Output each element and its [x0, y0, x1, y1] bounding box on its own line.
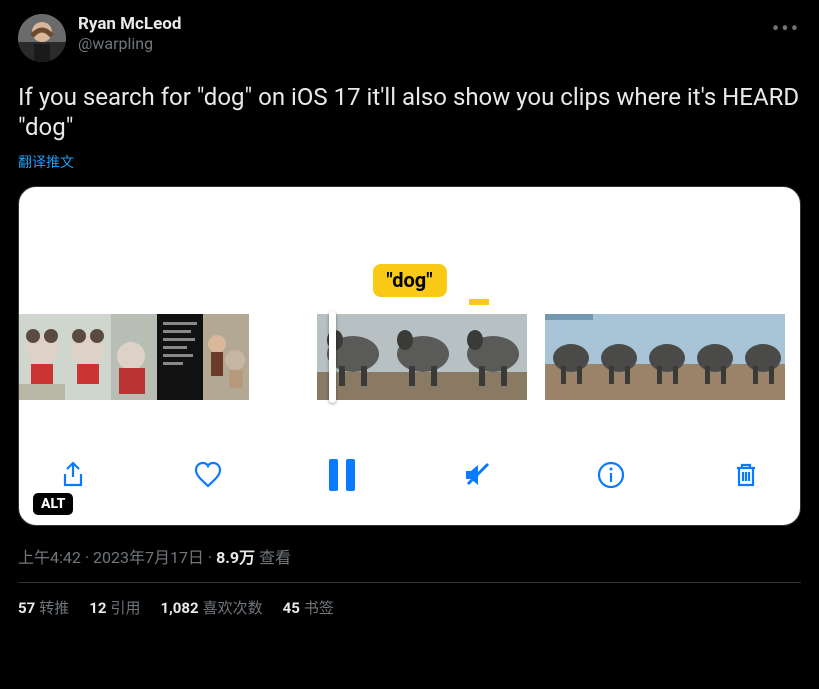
- tweet-stats: 57转推 12引用 1,082喜欢次数 45书签: [18, 597, 801, 618]
- thumbnail: [157, 314, 203, 400]
- tweet-container: Ryan McLeod @warpling ••• If you search …: [0, 0, 819, 628]
- search-match-badge: "dog": [372, 264, 446, 297]
- trash-icon[interactable]: [726, 455, 766, 495]
- thumbnail: [545, 314, 593, 400]
- info-icon[interactable]: [591, 455, 631, 495]
- video-timeline[interactable]: [19, 314, 800, 400]
- quotes-stat[interactable]: 12引用: [89, 597, 140, 618]
- thumbnail: [65, 314, 111, 400]
- user-handle[interactable]: @warpling: [78, 34, 181, 54]
- tweet-date[interactable]: 2023年7月17日: [93, 548, 204, 567]
- likes-stat[interactable]: 1,082喜欢次数: [160, 597, 262, 618]
- tweet-header: Ryan McLeod @warpling •••: [18, 14, 801, 62]
- heart-icon[interactable]: [188, 455, 228, 495]
- display-name[interactable]: Ryan McLeod: [78, 14, 181, 34]
- playhead[interactable]: [329, 311, 336, 403]
- thumbnail: [593, 314, 641, 400]
- media-toolbar: [19, 455, 800, 495]
- more-icon[interactable]: •••: [771, 14, 801, 44]
- thumbnail: [457, 314, 527, 400]
- tweet-text: If you search for "dog" on iOS 17 it'll …: [18, 82, 801, 142]
- thumbnail: [641, 314, 689, 400]
- mute-icon[interactable]: [457, 455, 497, 495]
- media-card[interactable]: "dog": [18, 186, 801, 526]
- clip-group-3[interactable]: [545, 314, 785, 400]
- thumbnail: [203, 314, 249, 400]
- clip-group-2[interactable]: [317, 314, 527, 400]
- thumbnail: [19, 314, 65, 400]
- avatar[interactable]: [18, 14, 66, 62]
- clip-group-1[interactable]: [19, 314, 249, 400]
- tweet-time[interactable]: 上午4:42: [18, 548, 81, 567]
- tweet-meta: 上午4:42 · 2023年7月17日 · 8.9万 查看: [18, 544, 801, 568]
- share-icon[interactable]: [53, 455, 93, 495]
- divider: [18, 582, 801, 583]
- thumbnail: [387, 314, 457, 400]
- views-label[interactable]: 查看: [259, 548, 291, 567]
- thumbnail: [689, 314, 737, 400]
- retweets-stat[interactable]: 57转推: [18, 597, 69, 618]
- badge-marker-tick: [469, 299, 489, 305]
- pause-icon[interactable]: [322, 455, 362, 495]
- user-block: Ryan McLeod @warpling: [78, 14, 181, 54]
- thumbnail: [111, 314, 157, 400]
- views-count: 8.9万: [216, 548, 255, 567]
- alt-badge[interactable]: ALT: [33, 493, 73, 515]
- bookmarks-stat[interactable]: 45书签: [283, 597, 334, 618]
- thumbnail: [737, 314, 785, 400]
- thumbnail: [317, 314, 387, 400]
- translate-link[interactable]: 翻译推文: [18, 152, 74, 172]
